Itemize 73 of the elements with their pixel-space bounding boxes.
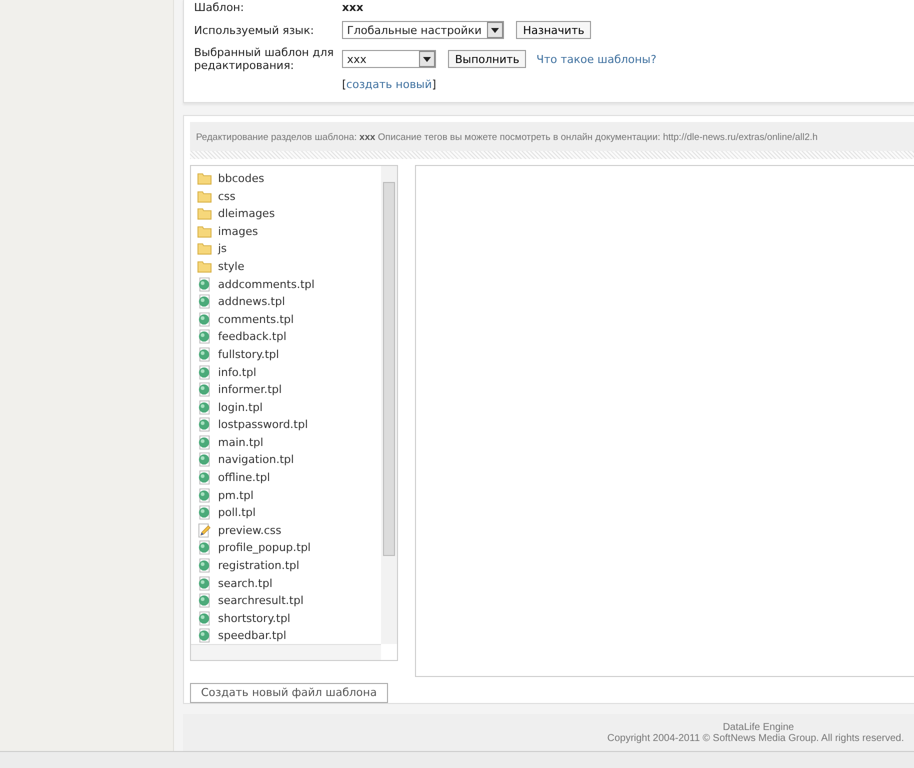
- globe-file-icon: [197, 400, 212, 415]
- file-item[interactable]: dleimages: [197, 204, 275, 222]
- horizontal-scrollbar[interactable]: [191, 644, 381, 660]
- file-item[interactable]: search.tpl: [197, 574, 272, 592]
- field-label: Используемый язык:: [194, 24, 315, 36]
- globe-file-icon: [197, 276, 212, 292]
- file-item[interactable]: offline.tpl: [197, 468, 270, 486]
- help-link[interactable]: Что такое шаблоны?: [536, 52, 656, 66]
- create-template-file-button[interactable]: Создать новый файл шаблона: [190, 682, 388, 703]
- globe-file-icon: [197, 540, 212, 556]
- language-select[interactable]: Глобальные настройки: [342, 21, 504, 39]
- footer-product: DataLife Engine: [722, 722, 794, 733]
- folder-icon: [197, 241, 212, 256]
- assign-button[interactable]: Назначить: [516, 21, 592, 39]
- file-item[interactable]: speedbar.tpl: [197, 627, 286, 645]
- file-item[interactable]: pm.tpl: [197, 486, 254, 504]
- globe-file-icon: [197, 452, 212, 468]
- file-item[interactable]: addcomments.tpl: [197, 275, 315, 293]
- globe-file-icon: [197, 628, 212, 644]
- file-item[interactable]: registration.tpl: [197, 556, 300, 574]
- file-item[interactable]: js: [197, 240, 227, 258]
- file-item[interactable]: css: [197, 187, 236, 205]
- file-item[interactable]: login.tpl: [197, 398, 263, 416]
- template-select[interactable]: xxx: [342, 50, 436, 68]
- file-item[interactable]: style: [197, 258, 244, 276]
- file-item[interactable]: bbcodes: [197, 170, 264, 188]
- globe-file-icon: [197, 610, 212, 626]
- globe-file-icon: [197, 329, 212, 344]
- file-item[interactable]: images: [197, 222, 258, 240]
- field-label: Шаблон:: [194, 1, 245, 14]
- globe-file-icon: [197, 505, 212, 520]
- file-item[interactable]: fullstory.tpl: [197, 346, 280, 364]
- folder-icon: [197, 188, 212, 204]
- globe-file-icon: [197, 364, 212, 380]
- file-item[interactable]: poll.tpl: [197, 504, 256, 522]
- editor-header-text: Редактирование разделов шаблона: xxx Описание тегов вы можете посмотреть в онлайн документации: http://dle-news.ru/extras/online/all2.h: [196, 132, 818, 143]
- run-button[interactable]: Выполнить: [448, 50, 526, 68]
- vertical-scrollbar[interactable]: [381, 166, 397, 644]
- globe-file-icon: [197, 417, 212, 432]
- file-item[interactable]: profile_popup.tpl: [197, 539, 311, 557]
- globe-file-icon: [197, 294, 212, 310]
- globe-file-icon: [197, 593, 212, 608]
- template-name: xxx: [342, 1, 364, 14]
- folder-icon: [197, 170, 212, 186]
- file-item[interactable]: feedback.tpl: [197, 328, 286, 346]
- bracket: [: [342, 78, 346, 91]
- globe-file-icon: [197, 346, 212, 362]
- bracket: ]: [432, 78, 436, 91]
- file-item[interactable]: main.tpl: [197, 434, 264, 452]
- file-item[interactable]: searchresult.tpl: [197, 592, 304, 610]
- folder-icon: [197, 224, 212, 239]
- file-item[interactable]: info.tpl: [197, 363, 256, 381]
- globe-file-icon: [197, 434, 212, 450]
- file-item[interactable]: lostpassword.tpl: [197, 416, 308, 434]
- folder-icon: [197, 206, 212, 222]
- globe-file-icon: [197, 576, 212, 591]
- file-item[interactable]: shortstory.tpl: [197, 610, 290, 628]
- folder-icon: [197, 258, 212, 274]
- field-label: Выбранный шаблон для редактирования:: [194, 46, 335, 72]
- create-link[interactable]: создать новый: [346, 78, 432, 91]
- pencil-file-icon: [197, 522, 212, 538]
- footer-copyright: Copyright 2004-2011 © SoftNews Media Group. All rights reserved.: [607, 732, 904, 744]
- file-item[interactable]: informer.tpl: [197, 380, 282, 398]
- globe-file-icon: [197, 488, 212, 503]
- globe-file-icon: [197, 382, 212, 398]
- file-item[interactable]: addnews.tpl: [197, 292, 286, 310]
- globe-file-icon: [197, 312, 212, 327]
- file-item[interactable]: preview.css: [197, 522, 282, 540]
- file-item[interactable]: navigation.tpl: [197, 451, 294, 469]
- globe-file-icon: [197, 470, 212, 486]
- globe-file-icon: [197, 558, 212, 574]
- file-item[interactable]: comments.tpl: [197, 310, 294, 328]
- code-editor-area[interactable]: [415, 164, 914, 677]
